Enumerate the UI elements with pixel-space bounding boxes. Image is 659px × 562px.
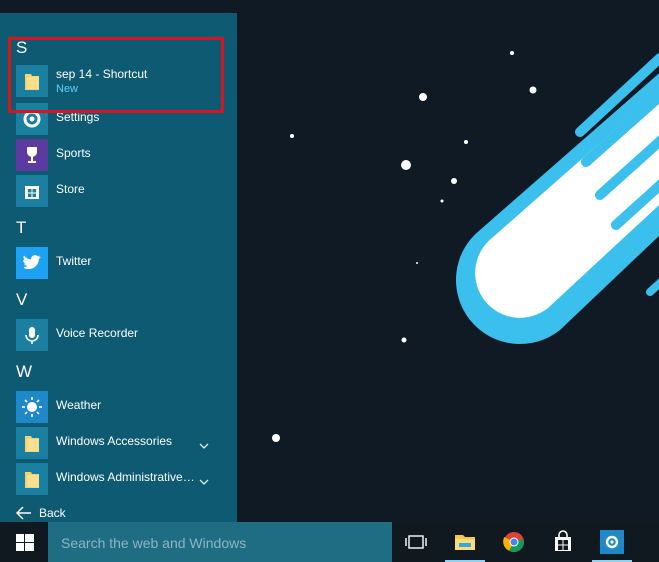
trophy-icon xyxy=(16,139,48,171)
task-view-button[interactable] xyxy=(392,522,440,562)
app-label: Twitter xyxy=(56,254,92,268)
back-label: Back xyxy=(39,506,66,520)
back-button[interactable]: Back xyxy=(12,499,102,522)
app-weather[interactable]: Weather xyxy=(0,389,237,425)
app-windows-administrative[interactable]: Windows Administrative… xyxy=(0,461,237,497)
app-twitter[interactable]: Twitter xyxy=(0,245,237,281)
app-store[interactable]: Store xyxy=(0,173,237,209)
app-label: Windows Administrative… xyxy=(56,470,195,484)
microphone-icon xyxy=(16,319,48,351)
settings-button[interactable] xyxy=(588,522,636,562)
folder-icon xyxy=(16,463,48,495)
app-label: Store xyxy=(56,182,85,196)
folder-icon xyxy=(16,427,48,459)
store-bag-icon xyxy=(16,175,48,207)
taskbar xyxy=(0,522,659,562)
search-input[interactable] xyxy=(59,532,383,554)
section-header-t[interactable]: T xyxy=(16,218,26,238)
app-sports[interactable]: Sports xyxy=(0,137,237,173)
store-button[interactable] xyxy=(539,522,587,562)
app-label: Voice Recorder xyxy=(56,326,139,340)
start-button[interactable] xyxy=(0,522,48,562)
section-header-w[interactable]: W xyxy=(16,362,32,382)
section-header-v[interactable]: V xyxy=(16,290,27,310)
file-explorer-button[interactable] xyxy=(441,522,489,562)
app-windows-accessories[interactable]: Windows Accessories xyxy=(0,425,237,461)
app-label: Sports xyxy=(56,146,91,160)
highlight-box xyxy=(8,37,224,113)
chrome-button[interactable] xyxy=(490,522,538,562)
app-voice-recorder[interactable]: Voice Recorder xyxy=(0,317,237,353)
app-label: Weather xyxy=(56,398,102,412)
chevron-down-icon[interactable] xyxy=(198,437,210,449)
arrow-left-icon xyxy=(15,505,32,520)
search-box[interactable] xyxy=(48,522,392,562)
sun-icon xyxy=(16,391,48,423)
windows-logo-icon xyxy=(16,534,34,551)
twitter-bird-icon xyxy=(16,247,48,279)
app-label: Windows Accessories xyxy=(56,434,173,448)
chevron-down-icon[interactable] xyxy=(198,473,210,485)
